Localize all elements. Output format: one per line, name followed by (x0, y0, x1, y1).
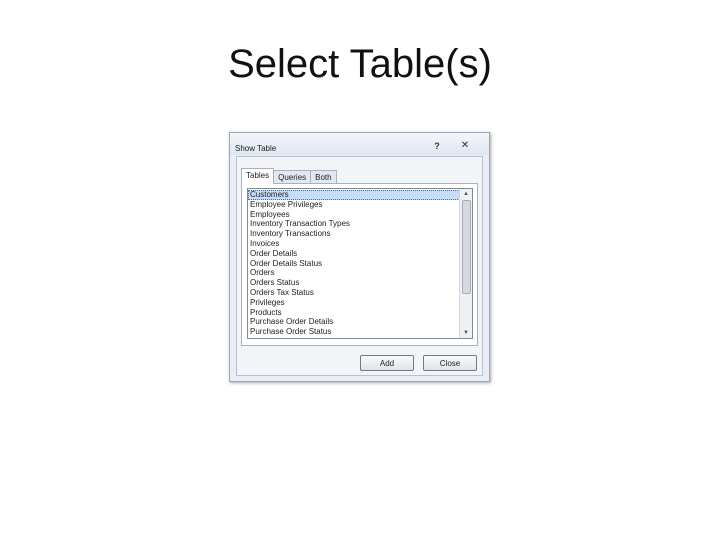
list-item-inventory-transactions[interactable]: Inventory Transactions (248, 229, 460, 239)
add-button[interactable]: Add (360, 355, 414, 371)
slide-title: Select Table(s) (228, 42, 492, 86)
table-list: Customers Employee Privileges Employees … (248, 190, 460, 337)
show-table-dialog: Show Table ? ✕ Tables Queries Both Custo… (229, 132, 490, 382)
list-item-customers[interactable]: Customers (248, 190, 460, 200)
list-item-purchase-order-details[interactable]: Purchase Order Details (248, 317, 460, 327)
list-item-orders[interactable]: Orders (248, 268, 460, 278)
list-item-invoices[interactable]: Invoices (248, 239, 460, 249)
dialog-title: Show Table (235, 144, 277, 153)
list-item-employee-privileges[interactable]: Employee Privileges (248, 200, 460, 210)
list-item-order-details-status[interactable]: Order Details Status (248, 259, 460, 269)
tab-queries[interactable]: Queries (273, 170, 312, 184)
list-item-orders-tax-status[interactable]: Orders Tax Status (248, 288, 460, 298)
tab-both[interactable]: Both (310, 170, 337, 184)
tab-strip: Tables Queries Both (241, 168, 337, 184)
help-icon[interactable]: ? (432, 141, 442, 151)
scroll-thumb[interactable] (462, 200, 471, 294)
close-icon[interactable]: ✕ (459, 141, 471, 151)
dialog-titlebar[interactable]: Show Table ? ✕ (230, 133, 489, 155)
close-button[interactable]: Close (423, 355, 477, 371)
list-item-employees[interactable]: Employees (248, 210, 460, 220)
scroll-down-arrow-icon[interactable]: ▼ (460, 328, 472, 338)
tab-panel: Customers Employee Privileges Employees … (241, 183, 478, 346)
list-item-inventory-transaction-types[interactable]: Inventory Transaction Types (248, 219, 460, 229)
list-item-purchase-order-status[interactable]: Purchase Order Status (248, 327, 460, 337)
scroll-up-arrow-icon[interactable]: ▲ (460, 189, 472, 199)
table-listbox[interactable]: Customers Employee Privileges Employees … (247, 188, 473, 339)
dialog-body: Tables Queries Both Customers Employee P… (236, 156, 483, 376)
tab-tables[interactable]: Tables (241, 168, 275, 184)
list-item-products[interactable]: Products (248, 308, 460, 318)
list-scrollbar[interactable]: ▲ ▼ (459, 189, 472, 338)
list-item-privileges[interactable]: Privileges (248, 298, 460, 308)
list-item-orders-status[interactable]: Orders Status (248, 278, 460, 288)
list-item-order-details[interactable]: Order Details (248, 249, 460, 259)
